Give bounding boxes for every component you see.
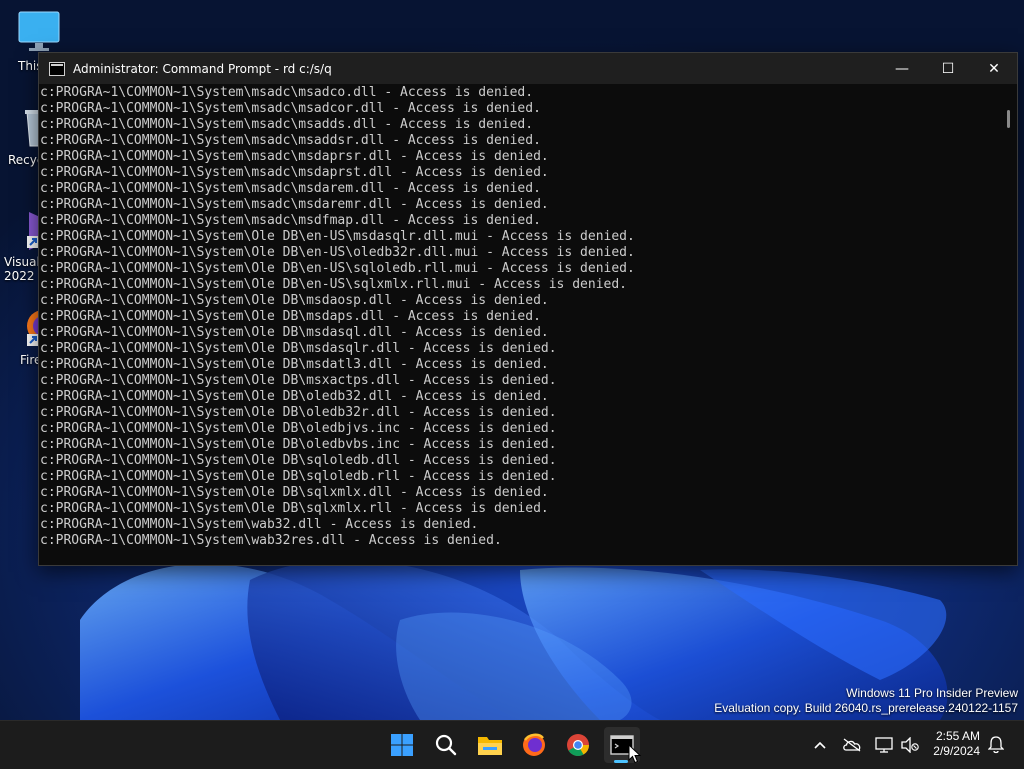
console-line: c:PROGRA~1\COMMON~1\System\Ole DB\en-US\…	[40, 277, 627, 292]
watermark-line2: Evaluation copy. Build 26040.rs_prerelea…	[714, 701, 1018, 715]
scrollbar-thumb[interactable]	[1007, 110, 1010, 128]
onedrive-icon	[843, 738, 861, 752]
console-line: c:PROGRA~1\COMMON~1\System\Ole DB\en-US\…	[40, 261, 635, 276]
search-icon	[435, 734, 457, 756]
console-line: c:PROGRA~1\COMMON~1\System\Ole DB\sqlxml…	[40, 501, 549, 516]
window-title: Administrator: Command Prompt - rd c:/s/…	[73, 61, 332, 76]
console-line: c:PROGRA~1\COMMON~1\System\msadc\msadco.…	[40, 85, 534, 100]
volume-tray-button[interactable]	[900, 735, 920, 755]
console-line: c:PROGRA~1\COMMON~1\System\Ole DB\en-US\…	[40, 229, 635, 244]
close-button[interactable]: ✕	[971, 53, 1017, 84]
console-line: c:PROGRA~1\COMMON~1\System\msadc\msadds.…	[40, 117, 534, 132]
console-line: c:PROGRA~1\COMMON~1\System\Ole DB\sqlole…	[40, 469, 557, 484]
bell-icon	[988, 736, 1004, 754]
show-hidden-icons-button[interactable]	[810, 735, 830, 755]
console-line: c:PROGRA~1\COMMON~1\System\Ole DB\msdatl…	[40, 357, 549, 372]
file-explorer-button[interactable]	[472, 727, 508, 763]
chrome-icon	[567, 734, 589, 756]
console-line: c:PROGRA~1\COMMON~1\System\Ole DB\msxact…	[40, 373, 557, 388]
taskbar-clock[interactable]: 2:55 AM 2/9/2024	[933, 729, 980, 759]
clock-date: 2/9/2024	[933, 744, 980, 758]
taskbar: 2:55 AM 2/9/2024	[0, 720, 1024, 769]
console-line: c:PROGRA~1\COMMON~1\System\msadc\msdarem…	[40, 197, 549, 212]
chrome-taskbar-button[interactable]	[560, 727, 596, 763]
firefox-taskbar-button[interactable]	[516, 727, 552, 763]
vertical-scrollbar[interactable]	[999, 84, 1017, 565]
console-line: c:PROGRA~1\COMMON~1\System\Ole DB\msdasq…	[40, 325, 549, 340]
console-line: c:PROGRA~1\COMMON~1\System\msadc\msaddsr…	[40, 133, 541, 148]
console-line: c:PROGRA~1\COMMON~1\System\Ole DB\sqlole…	[40, 453, 557, 468]
minimize-button[interactable]: —	[879, 53, 925, 84]
console-line: c:PROGRA~1\COMMON~1\System\Ole DB\sqlxml…	[40, 485, 549, 500]
console-line: c:PROGRA~1\COMMON~1\System\Ole DB\oledb3…	[40, 405, 557, 420]
cmd-icon	[49, 61, 65, 76]
mouse-cursor-icon	[628, 744, 642, 764]
evaluation-watermark: Windows 11 Pro Insider Preview Evaluatio…	[714, 686, 1018, 716]
network-icon	[875, 737, 893, 753]
clock-time: 2:55 AM	[935, 729, 980, 743]
console-line: c:PROGRA~1\COMMON~1\System\Ole DB\msdaos…	[40, 293, 549, 308]
console-line: c:PROGRA~1\COMMON~1\System\wab32res.dll …	[40, 533, 502, 548]
console-line: c:PROGRA~1\COMMON~1\System\wab32.dll - A…	[40, 517, 479, 532]
console-output[interactable]: c:PROGRA~1\COMMON~1\System\msadc\msadco.…	[39, 84, 999, 565]
volume-muted-icon	[901, 737, 919, 753]
console-line: c:PROGRA~1\COMMON~1\System\Ole DB\oledb3…	[40, 389, 549, 404]
onedrive-tray-button[interactable]	[842, 735, 862, 755]
console-line: c:PROGRA~1\COMMON~1\System\Ole DB\msdasq…	[40, 341, 557, 356]
console-line: c:PROGRA~1\COMMON~1\System\msadc\msdaprs…	[40, 165, 549, 180]
network-tray-button[interactable]	[874, 735, 894, 755]
monitor-icon	[18, 11, 60, 51]
console-line: c:PROGRA~1\COMMON~1\System\msadc\msdarem…	[40, 181, 541, 196]
title-bar[interactable]: Administrator: Command Prompt - rd c:/s/…	[39, 53, 1017, 84]
start-button[interactable]	[384, 727, 420, 763]
console-line: c:PROGRA~1\COMMON~1\System\Ole DB\oledbv…	[40, 437, 557, 452]
file-explorer-icon	[478, 737, 502, 755]
console-line: c:PROGRA~1\COMMON~1\System\msadc\msadcor…	[40, 101, 541, 116]
console-line: c:PROGRA~1\COMMON~1\System\Ole DB\en-US\…	[40, 245, 635, 260]
maximize-button[interactable]: ☐	[925, 53, 971, 84]
active-app-indicator	[614, 760, 628, 763]
chevron-up-icon	[814, 741, 826, 749]
console-line: c:PROGRA~1\COMMON~1\System\msadc\msdfmap…	[40, 213, 541, 228]
search-button[interactable]	[428, 727, 464, 763]
notifications-button[interactable]	[986, 735, 1006, 755]
console-line: c:PROGRA~1\COMMON~1\System\Ole DB\msdaps…	[40, 309, 541, 324]
firefox-icon	[523, 733, 545, 756]
console-line: c:PROGRA~1\COMMON~1\System\Ole DB\oledbj…	[40, 421, 557, 436]
command-prompt-window[interactable]: Administrator: Command Prompt - rd c:/s/…	[38, 52, 1018, 566]
console-line: c:PROGRA~1\COMMON~1\System\msadc\msdaprs…	[40, 149, 549, 164]
start-icon	[391, 734, 413, 756]
watermark-line1: Windows 11 Pro Insider Preview	[846, 686, 1018, 700]
